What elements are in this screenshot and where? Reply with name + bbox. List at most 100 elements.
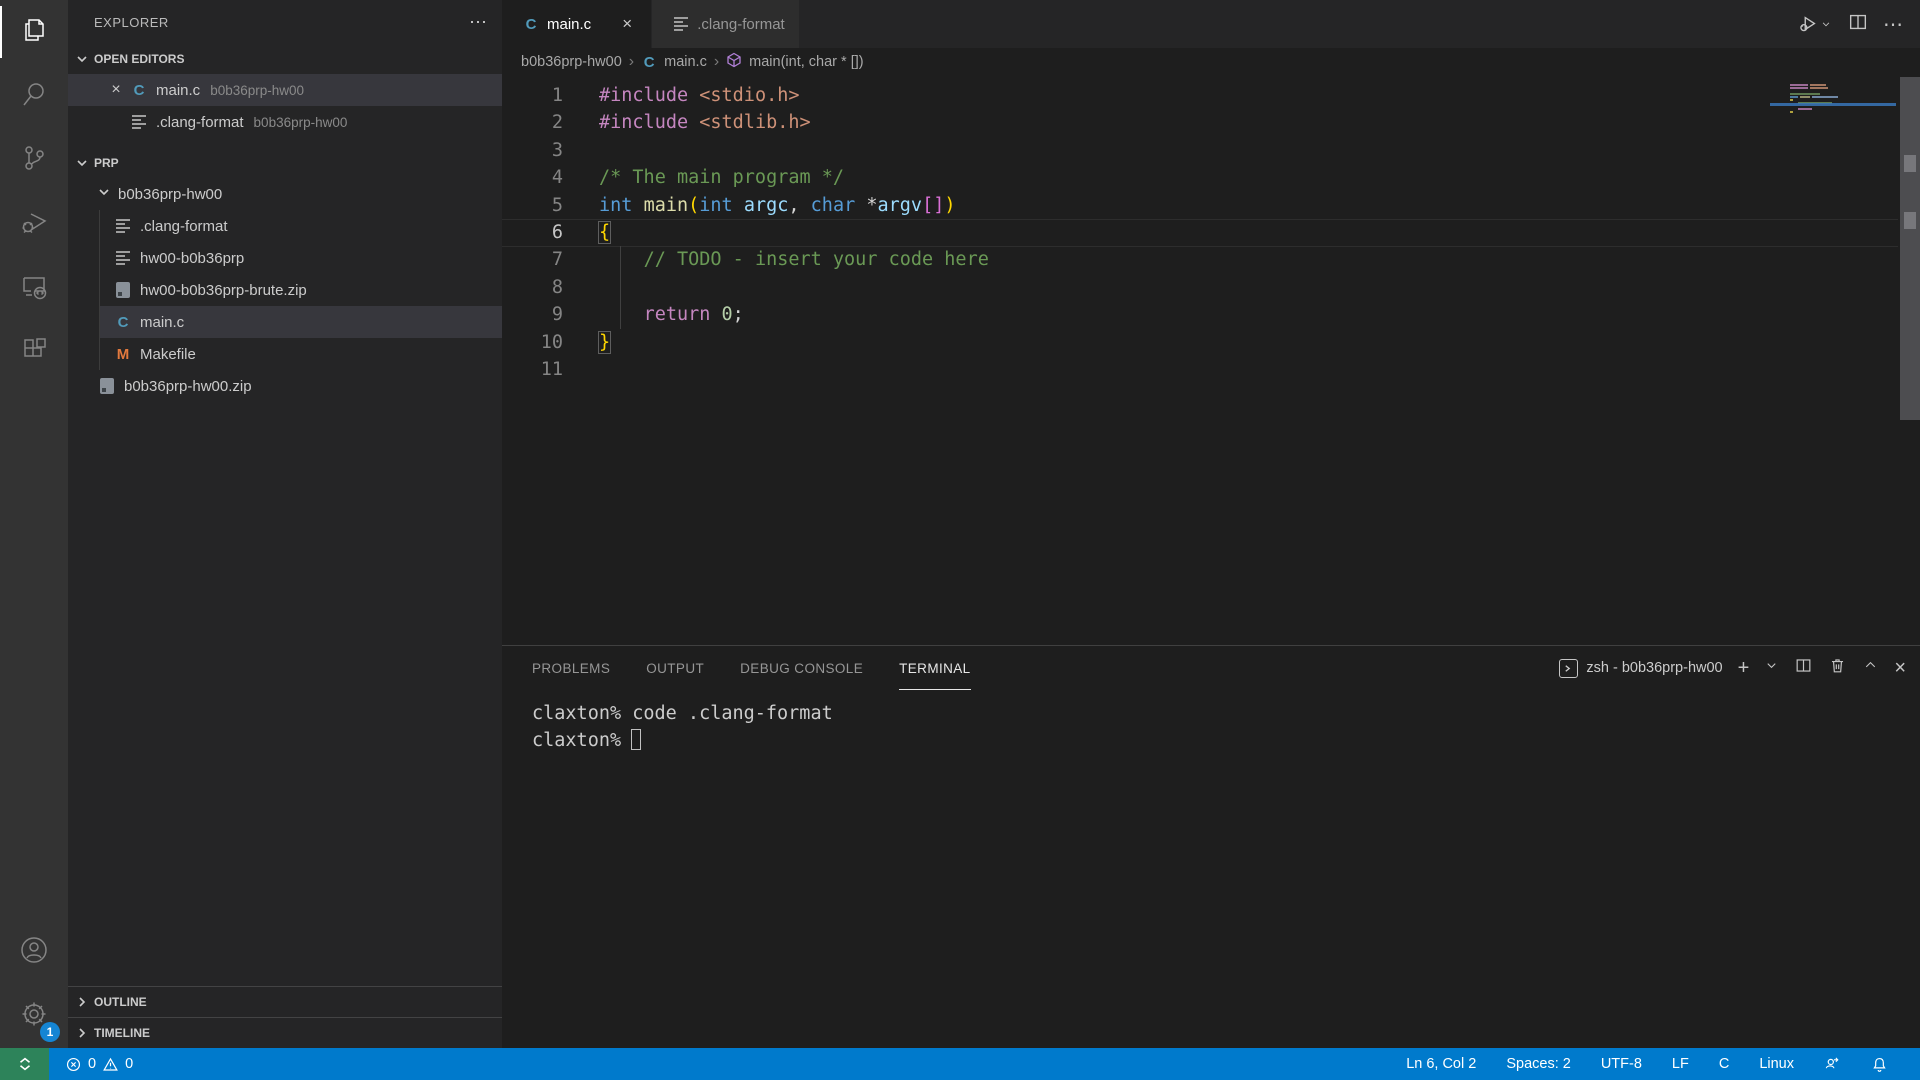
minimap-line [1790,87,1896,89]
tree-item-hw00-b0b36prp[interactable]: hw00-b0b36prp [100,242,502,274]
terminal-dropdown-button[interactable] [1764,658,1779,678]
terminal-icon [1559,659,1578,678]
code-content: 1#include <stdio.h> 2#include <stdlib.h>… [502,82,1920,383]
sidebar-bottom-sections: OUTLINE TIMELINE [68,986,502,1048]
workspace-label: PRP [94,156,119,170]
breadcrumb-file[interactable]: main.c [664,54,707,70]
line-number: 3 [502,137,563,164]
code-editor[interactable]: 1#include <stdio.h> 2#include <stdlib.h>… [502,76,1920,645]
split-terminal-button[interactable] [1794,656,1813,680]
language-mode[interactable]: C [1717,1056,1731,1072]
minimap-line [1790,93,1896,95]
terminal-content[interactable]: claxton% code .clang-format claxton% [502,690,1920,1048]
chevron-down-icon [74,51,90,67]
minimap-current-line [1770,103,1896,106]
sidebar-title: EXPLORER [94,15,169,30]
error-icon [65,1056,82,1073]
activitybar-run-debug[interactable] [0,192,68,256]
terminal-selector[interactable]: zsh - b0b36prp-hw00 [1559,659,1722,678]
code-line: 11 [502,356,1920,383]
close-panel-button[interactable]: × [1894,658,1906,678]
tree-item-label: b0b36prp-hw00.zip [124,378,252,395]
os-indicator[interactable]: Linux [1757,1056,1796,1072]
activitybar-search[interactable] [0,64,68,128]
error-count: 0 [88,1056,96,1072]
cursor-position[interactable]: Ln 6, Col 2 [1404,1056,1478,1072]
breadcrumb-separator-icon: › [629,53,634,71]
code-line: 5int main(int argc, char *argv[]) [502,192,1920,219]
close-icon[interactable]: × [617,14,637,34]
tree-item-label: .clang-format [140,218,228,235]
tab-problems[interactable]: PROBLEMS [532,646,610,690]
makefile-icon: M [114,345,132,363]
tree-folder-children: .clang-format hw00-b0b36prp hw00-b0b36pr… [99,210,502,370]
indentation-status[interactable]: Spaces: 2 [1504,1056,1573,1072]
scrollbar-decoration [1904,155,1916,172]
terminal-line: claxton% code .clang-format [532,700,1920,727]
feedback-icon [1824,1056,1841,1073]
activitybar-explorer[interactable] [0,0,68,64]
tab-terminal[interactable]: TERMINAL [899,646,970,690]
remote-indicator[interactable] [0,1048,49,1080]
activitybar-source-control[interactable] [0,128,68,192]
tab-main-c[interactable]: C main.c × [502,0,652,48]
eol-status[interactable]: LF [1670,1056,1691,1072]
encoding-status[interactable]: UTF-8 [1599,1056,1644,1072]
activitybar-account[interactable] [0,920,68,984]
line-number: 7 [502,246,563,273]
explorer-more-actions-icon[interactable]: ⋯ [469,12,488,33]
chevron-right-icon [74,1025,90,1041]
tree-item-b0b36prp-hw00-zip[interactable]: b0b36prp-hw00.zip [68,370,502,402]
maximize-panel-button[interactable] [1862,657,1879,679]
more-actions-button[interactable]: ⋯ [1883,12,1904,37]
tree-folder-b0b36prp-hw00[interactable]: b0b36prp-hw00 [68,178,502,210]
line-number: 5 [502,192,563,219]
close-icon[interactable]: × [108,81,124,99]
line-number: 10 [502,329,563,356]
tab-debug-console[interactable]: DEBUG CONSOLE [740,646,863,690]
breadcrumbs: b0b36prp-hw00 › C main.c › main(int, cha… [502,48,1920,76]
tree-item-clang-format[interactable]: .clang-format [100,210,502,242]
timeline-section-header[interactable]: TIMELINE [68,1017,502,1048]
activitybar-extensions[interactable] [0,320,68,384]
breadcrumb-symbol[interactable]: main(int, char * []) [749,54,863,70]
code-line: 7 // TODO - insert your code here [502,246,1920,273]
tree-item-makefile[interactable]: M Makefile [100,338,502,370]
feedback-button[interactable] [1822,1056,1843,1073]
bottom-panel: PROBLEMS OUTPUT DEBUG CONSOLE TERMINAL z… [502,645,1920,1048]
activitybar-remote-explorer[interactable] [0,256,68,320]
code-line-current: 6{ [502,219,1920,246]
workspace-section-header[interactable]: PRP [68,148,502,178]
notifications-button[interactable] [1869,1056,1890,1073]
editor-scrollbar[interactable] [1900,77,1920,420]
outline-label: OUTLINE [94,995,147,1009]
tree-item-brute-zip[interactable]: hw00-b0b36prp-brute.zip [100,274,502,306]
problems-status[interactable]: 0 0 [63,1056,135,1073]
outline-section-header[interactable]: OUTLINE [68,986,502,1017]
activitybar-settings[interactable]: 1 [0,984,68,1048]
chevron-down-icon [1819,17,1833,31]
code-line: 3 [502,137,1920,164]
run-or-debug-button[interactable] [1797,13,1833,35]
tab-clang-format[interactable]: .clang-format [652,0,800,48]
warning-count: 0 [125,1056,133,1072]
minimap-line [1790,96,1896,98]
tab-label: .clang-format [697,16,785,33]
split-editor-button[interactable] [1847,11,1869,38]
open-editor-clang-format[interactable]: .clang-format b0b36prp-hw00 [68,106,502,138]
open-editors-header[interactable]: OPEN EDITORS [68,44,502,74]
open-editor-main-c[interactable]: × C main.c b0b36prp-hw00 [68,74,502,106]
tab-output[interactable]: OUTPUT [646,646,704,690]
tree-item-main-c[interactable]: C main.c [100,306,502,338]
account-icon [18,934,50,971]
minimap-line [1790,108,1896,110]
minimap-line [1790,99,1896,101]
line-number: 1 [502,82,563,109]
bell-icon [1871,1056,1888,1073]
new-terminal-button[interactable]: + [1738,658,1750,678]
warning-icon [102,1056,119,1073]
breadcrumb-folder[interactable]: b0b36prp-hw00 [521,54,622,70]
remote-icon [16,1055,34,1073]
kill-terminal-button[interactable] [1828,656,1847,680]
minimap[interactable] [1790,84,1896,130]
